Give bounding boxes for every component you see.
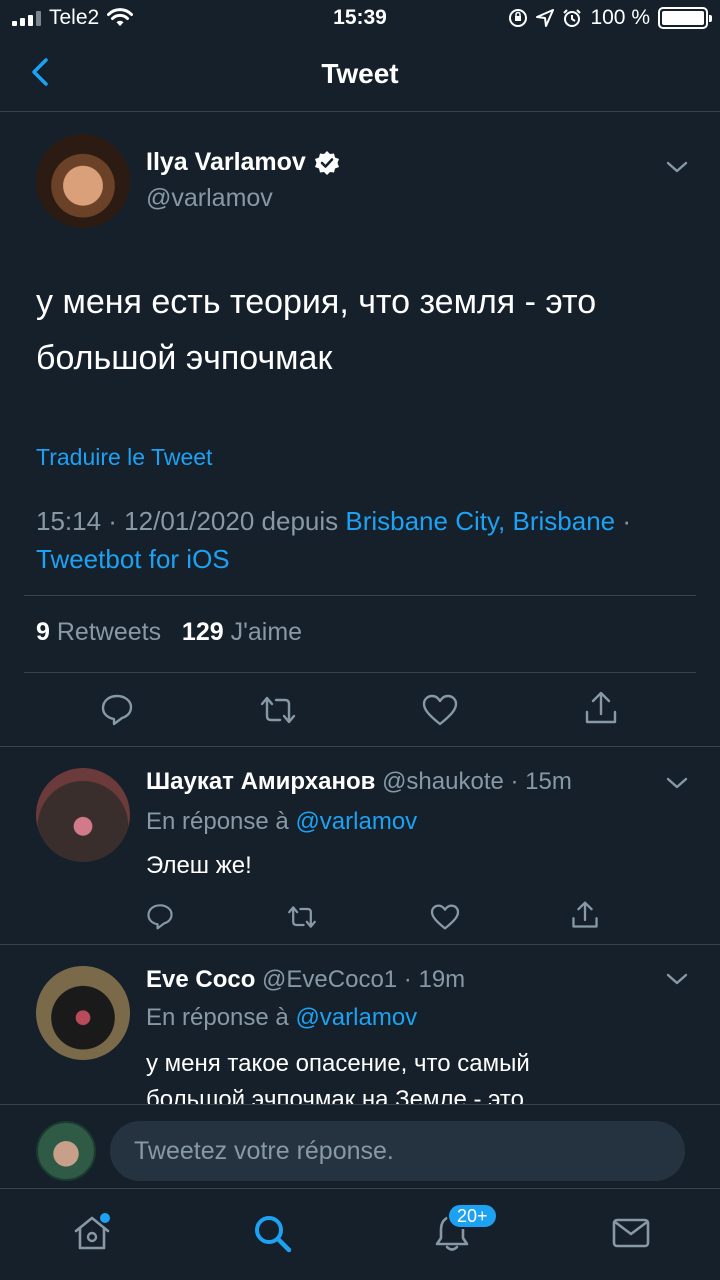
reply-tweet[interactable]: Eve Coco @EveCoco1 · 19m En réponse à @v… <box>0 944 720 1104</box>
status-bar: Tele2 15:39 100 % <box>0 0 720 38</box>
reply-author-handle[interactable]: @EveCoco1 <box>262 966 397 993</box>
home-unread-dot <box>100 1213 110 1223</box>
search-icon[interactable] <box>250 1211 294 1255</box>
battery-icon <box>658 7 712 29</box>
meta-separator: · <box>615 506 631 536</box>
reply-author-name[interactable]: Eve Coco <box>146 966 255 993</box>
tweet-meta: 15:14 · 12/01/2020 depuis Brisbane City,… <box>36 502 696 578</box>
reply-icon[interactable] <box>100 692 134 726</box>
reply-author-handle[interactable]: @shaukote <box>382 768 504 795</box>
author-name-row[interactable]: Ilya Varlamov <box>146 148 340 177</box>
reply-to-link[interactable]: @varlamov <box>295 808 417 835</box>
location-link[interactable]: Brisbane City, Brisbane <box>345 506 615 536</box>
reply-context: En réponse à @varlamov <box>146 1004 417 1032</box>
translate-link[interactable]: Traduire le Tweet <box>36 444 212 471</box>
reply-text: Элеш же! <box>146 852 252 879</box>
reply-dot: · <box>397 966 419 993</box>
reply-tweet[interactable]: Шаукат Амирханов @shaukote · 15m En répo… <box>0 746 720 944</box>
location-icon <box>536 9 555 27</box>
reply-text: у меня такое опасение, что самый большой… <box>146 1050 530 1104</box>
user-avatar[interactable] <box>36 1121 96 1181</box>
reply-context: En réponse à @varlamov <box>146 808 417 836</box>
client-link[interactable]: Tweetbot for iOS <box>36 544 230 574</box>
like-icon[interactable] <box>430 904 460 930</box>
divider <box>24 595 696 596</box>
notifications-badge: 20+ <box>447 1203 498 1229</box>
retweet-icon[interactable] <box>286 904 318 930</box>
mail-icon[interactable] <box>609 1211 653 1255</box>
reply-prefix: En réponse à <box>146 808 296 835</box>
reply-input[interactable] <box>110 1121 685 1181</box>
like-icon[interactable] <box>422 694 458 726</box>
chevron-down-icon[interactable] <box>666 160 688 174</box>
retweets-count: 9 <box>36 618 50 646</box>
reply-avatar[interactable] <box>36 966 130 1060</box>
reply-header: Шаукат Амирханов @shaukote · 15m <box>146 768 572 796</box>
verified-badge-icon <box>314 150 339 175</box>
share-icon[interactable] <box>584 690 618 726</box>
alarm-icon <box>563 9 582 27</box>
reply-avatar[interactable] <box>36 768 130 862</box>
reply-author-name[interactable]: Шаукат Амирханов <box>146 768 375 795</box>
chevron-down-icon[interactable] <box>666 776 688 790</box>
reply-header: Eve Coco @EveCoco1 · 19m <box>146 966 465 994</box>
reply-prefix: En réponse à <box>146 1004 296 1031</box>
retweets-label: Retweets <box>56 618 162 646</box>
page-title: Tweet <box>321 58 399 89</box>
chevron-down-icon[interactable] <box>666 972 688 986</box>
battery-percent: 100 % <box>590 6 650 29</box>
reply-icon[interactable] <box>146 902 174 930</box>
nav-bar: Tweet <box>0 38 720 112</box>
likes-label: J'aime <box>230 618 303 646</box>
reply-time: 19m <box>418 966 466 993</box>
likes-stat[interactable]: 129 J'aime <box>182 618 302 646</box>
rotation-lock-icon <box>509 9 528 27</box>
retweet-icon[interactable] <box>258 694 298 726</box>
share-icon[interactable] <box>571 900 599 930</box>
compose-bar <box>0 1104 720 1188</box>
retweets-stat[interactable]: 9 Retweets <box>36 618 161 646</box>
tweet-timestamp: 15:14 · 12/01/2020 depuis <box>36 506 346 536</box>
author-name[interactable]: Ilya Varlamov <box>146 148 306 177</box>
tab-bar: 20+ <box>0 1188 720 1280</box>
reply-time: 15m <box>525 768 572 795</box>
divider <box>24 672 696 673</box>
reply-dot: · <box>503 768 526 795</box>
likes-count: 129 <box>181 618 224 646</box>
status-right: 100 % <box>508 6 712 30</box>
tweet-stats: 9 Retweets 129 J'aime <box>36 618 302 647</box>
author-avatar[interactable] <box>36 134 130 228</box>
author-handle[interactable]: @varlamov <box>146 184 273 213</box>
reply-to-link[interactable]: @varlamov <box>295 1004 417 1031</box>
tweet-text: у меня есть теория, что земля - это боль… <box>36 283 597 377</box>
